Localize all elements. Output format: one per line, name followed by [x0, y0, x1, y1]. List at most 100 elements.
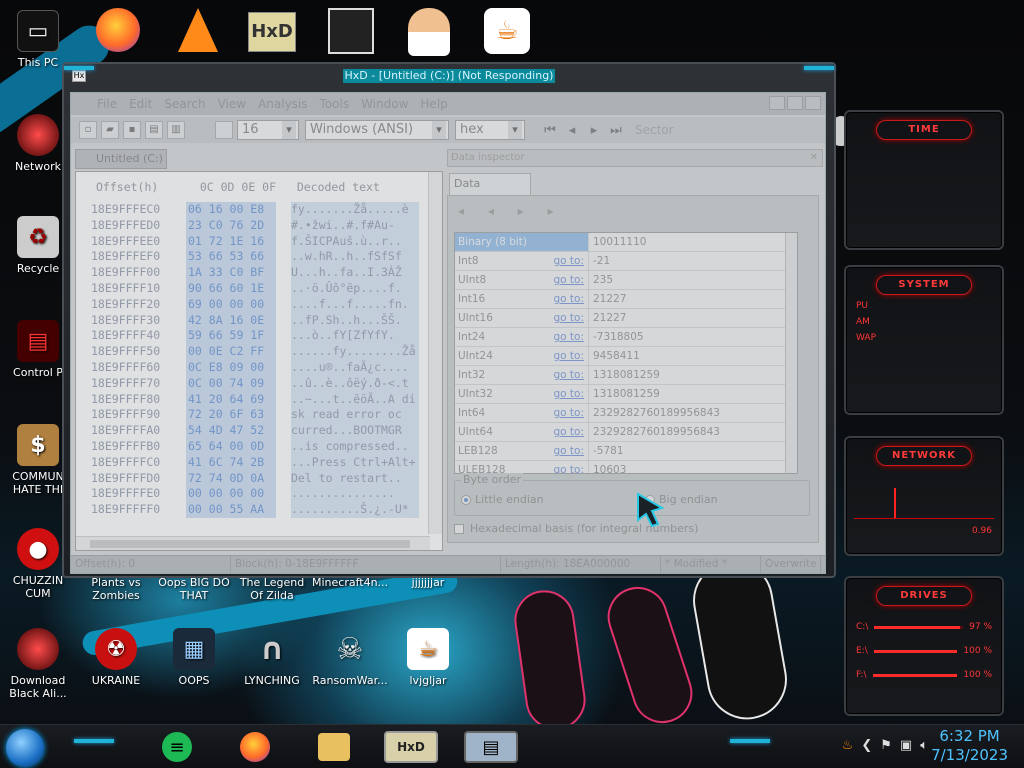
decoded-cell[interactable]: ..~...t..ëöÃ..A di [291, 392, 419, 408]
go-to-link[interactable]: go to: [553, 404, 584, 422]
firefox-icon[interactable] [240, 732, 270, 762]
scroll-thumb[interactable] [90, 540, 410, 548]
inspector-value[interactable]: -21 [589, 252, 610, 270]
hex-cell[interactable]: 01 72 1E 16 [186, 234, 276, 250]
hex-cell[interactable]: 72 74 0D 0A [186, 471, 276, 487]
inspector-row[interactable]: Int24 go to: -7318805 [455, 328, 797, 347]
restore-button[interactable] [787, 96, 803, 110]
menu-help[interactable]: Help [420, 97, 447, 111]
inspector-value[interactable]: 9458411 [589, 347, 640, 365]
decoded-cell[interactable]: fy.......Žå.....è [291, 202, 419, 218]
desktop-icon-oops[interactable]: ▦ OOPS [156, 628, 232, 687]
inspector-value[interactable]: -7318805 [589, 328, 644, 346]
inspector-value[interactable]: 1318081259 [589, 366, 660, 384]
vlc-icon[interactable] [178, 8, 218, 52]
hex-cell[interactable]: 90 66 60 1E [186, 281, 276, 297]
decoded-cell[interactable]: ..is compressed.. [291, 439, 419, 455]
inspector-value[interactable]: -5781 [589, 442, 624, 460]
decoded-text-column[interactable]: fy.......Žå.....è #.•žwi..#.f#Au-f.ŠICPAu… [291, 202, 419, 518]
go-to-link[interactable]: go to: [553, 442, 584, 460]
java-icon[interactable]: ☕ [484, 8, 530, 54]
hex-cell[interactable]: 00 0E C2 FF [186, 344, 276, 360]
save-icon[interactable]: ▪ [123, 121, 141, 139]
first-sector-icon[interactable]: ⏮ [541, 123, 559, 138]
prev-sector-icon[interactable]: ◂ [563, 123, 581, 138]
decoded-cell[interactable]: ....f...f.....fn. [291, 297, 419, 313]
menu-tools[interactable]: Tools [320, 97, 350, 111]
inspector-row[interactable]: UInt64 go to: 2329282760189956843 [455, 423, 797, 442]
decoded-cell[interactable]: curred...BOOTMGR [291, 423, 419, 439]
inspector-value[interactable]: 1318081259 [589, 385, 660, 403]
inspector-value[interactable]: 21227 [589, 290, 626, 308]
go-to-link[interactable]: go to: [553, 328, 584, 346]
decoded-cell[interactable]: ......fy........Žå [291, 344, 419, 360]
hex-cell[interactable]: 69 00 00 00 [186, 297, 276, 313]
menu-window[interactable]: Window [361, 97, 408, 111]
desktop-icon-oops-big[interactable]: Oops BIG DO THAT [156, 576, 232, 602]
desktop-icon-zilda[interactable]: The Legend Of Zilda [234, 576, 310, 602]
close-icon[interactable]: ✕ [810, 150, 818, 166]
doctor-icon[interactable] [408, 8, 450, 56]
hex-cell[interactable]: 59 66 59 1F [186, 328, 276, 344]
inspector-value[interactable]: 235 [589, 271, 613, 289]
inspector-value[interactable]: 10603 [589, 461, 626, 473]
hxd-icon[interactable]: HxD [384, 731, 438, 763]
inspector-row[interactable]: Int64 go to: 2329282760189956843 [455, 404, 797, 423]
little-endian-radio[interactable]: Little endian [461, 493, 544, 506]
hxd-window[interactable]: Hx HxD - [Untitled (C:)] (Not Responding… [62, 62, 836, 578]
go-to-link[interactable]: go to: [553, 385, 584, 403]
inspector-row[interactable]: UInt32 go to: 1318081259 [455, 385, 797, 404]
start-button[interactable] [6, 729, 44, 767]
hex-cell[interactable]: 65 64 00 0D [186, 439, 276, 455]
volume-icon[interactable]: 🔈︎ [920, 738, 928, 753]
decoded-cell[interactable]: ....u®..faÃ¿c.... [291, 360, 419, 376]
inspector-value[interactable]: 21227 [589, 309, 626, 327]
desktop-icon-this-pc[interactable]: ▭ This PC [0, 10, 76, 69]
hex-editor[interactable]: Offset(h) 0C 0D 0E 0F Decoded text 18E9F… [75, 171, 443, 551]
inspector-row[interactable]: LEB128 go to: -5781 [455, 442, 797, 461]
go-to-link[interactable]: go to: [553, 309, 584, 327]
hex-cell[interactable]: 1A 33 C0 BF [186, 265, 276, 281]
go-to-link[interactable]: go to: [553, 252, 584, 270]
menu-edit[interactable]: Edit [129, 97, 152, 111]
hex-cell[interactable]: 0C 00 74 09 [186, 376, 276, 392]
desktop-icon-download-black-ali[interactable]: Download Black Ali... [0, 628, 76, 700]
hxd-icon[interactable]: HxD [248, 12, 296, 52]
go-to-link[interactable]: go to: [553, 271, 584, 289]
next-sector-icon[interactable]: ▸ [585, 123, 603, 138]
desktop-icon-plants-vs-zombies[interactable]: Plants vs Zombies [78, 576, 154, 602]
desktop-icon-ransomware[interactable]: ☠ RansomWar... [312, 628, 388, 688]
hex-column[interactable]: 06 16 00 E8 23 C0 76 2D 01 72 1E 16 53 66 5… [186, 202, 276, 518]
last-sector-icon[interactable]: ⏭ [607, 123, 625, 138]
title-bar[interactable]: HxD - [Untitled (C:)] (Not Responding) [64, 64, 834, 88]
flag-icon[interactable]: ⚑ [880, 738, 892, 753]
firefox-icon[interactable] [96, 8, 140, 52]
decoded-cell[interactable]: ...Press Ctrl+Alt+ [291, 455, 419, 471]
bytes-per-row-select[interactable]: 16 [237, 120, 299, 140]
view-icon[interactable] [215, 121, 233, 139]
maze-icon[interactable] [328, 8, 374, 54]
charset-select[interactable]: Windows (ANSI) [305, 120, 449, 140]
decoded-cell[interactable]: ..........Š.¿.-U* [291, 502, 419, 518]
decoded-cell[interactable]: #.•žwi..#.f#Au- [291, 218, 419, 234]
inspector-value[interactable]: 2329282760189956843 [589, 423, 720, 441]
new-file-icon[interactable]: ▫ [79, 121, 97, 139]
inspector-row[interactable]: UInt24 go to: 9458411 [455, 347, 797, 366]
file-explorer-icon[interactable] [318, 733, 350, 761]
inspector-nav-arrows[interactable]: ◂ ◂ ▸ ▸ [458, 204, 564, 218]
clock[interactable]: 6:32 PM 7/13/2023 [931, 727, 1008, 765]
editor-horizontal-scrollbar[interactable] [76, 536, 430, 550]
inspector-value[interactable]: 10011110 [589, 233, 646, 251]
decoded-cell[interactable]: ...ò..fY[ZfYfY. [291, 328, 419, 344]
inspector-row[interactable]: Int32 go to: 1318081259 [455, 366, 797, 385]
hex-cell[interactable]: 41 6C 74 2B [186, 455, 276, 471]
decoded-cell[interactable]: ..û..è..ôëý.ð-<.t [291, 376, 419, 392]
inspector-row[interactable]: Binary (8 bit) 10011110 [455, 233, 797, 252]
hex-cell[interactable]: 00 00 55 AA [186, 502, 276, 518]
inspector-row[interactable]: UInt8 go to: 235 [455, 271, 797, 290]
monitor-icon[interactable]: ▤ [464, 731, 518, 763]
inspector-scrollbar[interactable] [785, 233, 797, 473]
chevron-left-icon[interactable]: ❮ [861, 738, 872, 753]
decoded-cell[interactable]: sk read error oc [291, 407, 419, 423]
menu-search[interactable]: Search [164, 97, 205, 111]
